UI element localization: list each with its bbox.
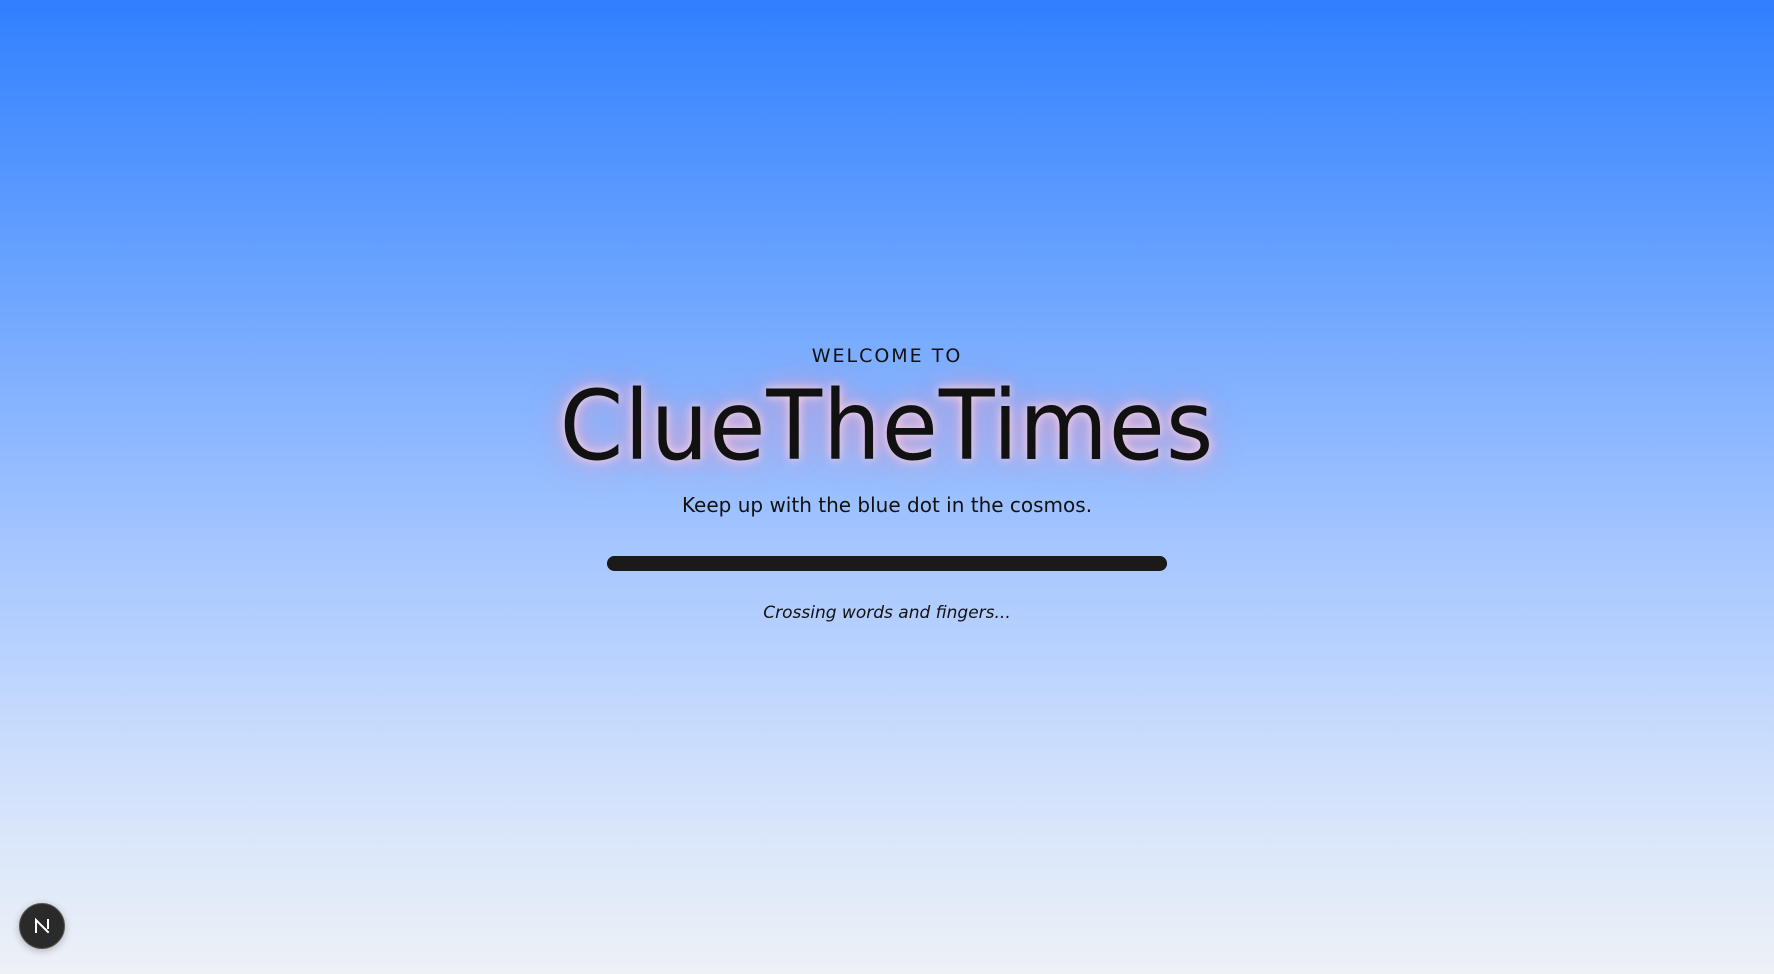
nextjs-logo-icon: [35, 917, 50, 934]
welcome-label: WELCOME TO: [811, 345, 963, 367]
loading-status-text: Crossing words and fingers...: [763, 603, 1011, 623]
tagline: Keep up with the blue dot in the cosmos.: [681, 493, 1093, 517]
loading-progress-fill: [607, 556, 1167, 571]
loading-progress-bar: [607, 556, 1167, 571]
welcome-screen: WELCOME TO ClueTheTimes Keep up with the…: [0, 340, 1774, 623]
nextjs-dev-indicator-button[interactable]: [19, 903, 65, 949]
app-title: ClueTheTimes: [559, 370, 1215, 482]
